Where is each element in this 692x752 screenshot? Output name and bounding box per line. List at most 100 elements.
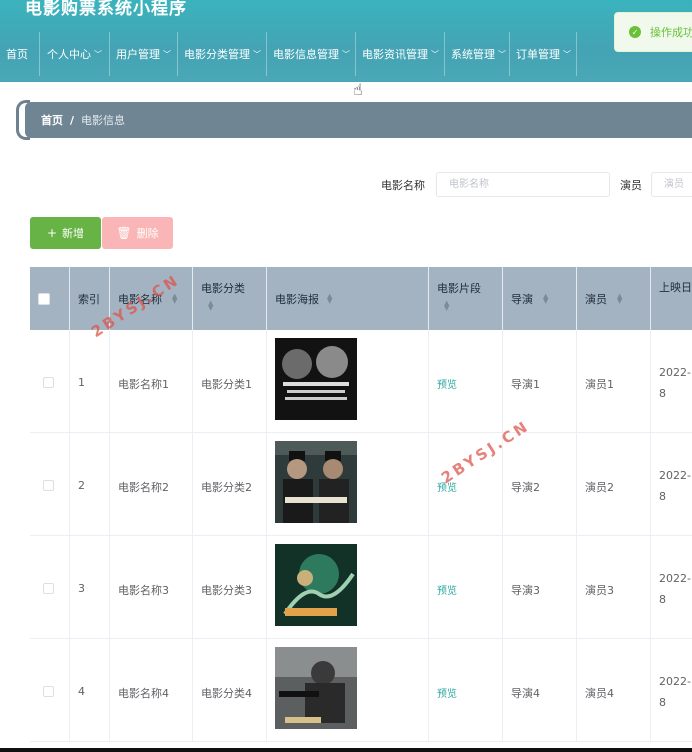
poster-3-icon[interactable] — [275, 544, 357, 626]
plus-icon: + — [46, 226, 58, 240]
row-movie-name: 电影名称3 — [118, 584, 169, 597]
cell-movie-name: 电影名称3 — [110, 536, 193, 639]
breadcrumb-home[interactable]: 首页 — [41, 112, 63, 128]
cell-release-date: 2022- 8 — [651, 536, 692, 639]
row-checkbox[interactable] — [43, 583, 54, 594]
delete-button[interactable]: 🗑 删除 — [102, 217, 173, 249]
sort-icon[interactable]: ▲ ▼ — [172, 293, 177, 305]
hand-cursor-icon: ☝ — [353, 80, 363, 99]
sort-icon[interactable]: ▲ ▼ — [327, 293, 332, 305]
cell-release-date: 2022- 8 — [651, 330, 692, 433]
cell-director: 导演1 — [503, 330, 577, 433]
top-bar: 电影购票系统小程序 首页 个人中心 ﹀ 用户管理 ﹀ 电影分类管理 ﹀ 电影信息… — [0, 0, 692, 82]
chevron-down-icon: ﹀ — [342, 49, 350, 59]
row-checkbox[interactable] — [43, 686, 54, 697]
row-date-line2: 8 — [659, 387, 666, 400]
nav-news-management[interactable]: 电影资讯管理 ﹀ — [356, 32, 445, 76]
cell-category: 电影分类2 — [193, 433, 267, 536]
row-checkbox[interactable] — [43, 377, 54, 388]
header-actor[interactable]: 演员 ▲ ▼ — [577, 267, 651, 330]
preview-link[interactable]: 预览 — [437, 685, 457, 700]
row-director: 导演2 — [511, 481, 540, 494]
header-clip[interactable]: 电影片段 ▲ ▼ — [429, 267, 503, 330]
nav-home-label: 首页 — [6, 48, 28, 61]
row-actor: 演员2 — [585, 481, 614, 494]
row-date-line2: 8 — [659, 696, 666, 709]
nav-system-management[interactable]: 系统管理 ﹀ — [445, 32, 510, 76]
cell-movie-name: 电影名称2 — [110, 433, 193, 536]
header-clip-label: 电影片段 — [437, 282, 481, 295]
cell-index: 1 — [70, 330, 110, 433]
header-director-label: 导演 — [511, 293, 533, 306]
main-nav: 首页 个人中心 ﹀ 用户管理 ﹀ 电影分类管理 ﹀ 电影信息管理 ﹀ 电影资讯管… — [0, 32, 577, 76]
cell-index: 3 — [70, 536, 110, 639]
row-date-line2: 8 — [659, 490, 666, 503]
add-button-label: 新增 — [62, 227, 85, 240]
nav-movie-info-management[interactable]: 电影信息管理 ﹀ — [267, 32, 356, 76]
table-row[interactable]: 4 电影名称4 电影分类4 预览 导演4 演员4 2022- 8 — [30, 639, 692, 742]
nav-order-management[interactable]: 订单管理 ﹀ — [510, 32, 577, 76]
sort-icon[interactable]: ▲ ▼ — [617, 293, 622, 305]
success-toast: ✓ 操作成功 — [614, 12, 692, 52]
nav-order-management-label: 订单管理 — [516, 48, 560, 61]
delete-button-label: 删除 — [136, 227, 159, 240]
chevron-down-icon: ﹀ — [94, 49, 102, 59]
cell-category: 电影分类4 — [193, 639, 267, 742]
header-director[interactable]: 导演 ▲ ▼ — [503, 267, 577, 330]
header-category[interactable]: 电影分类 ▲ ▼ — [193, 267, 267, 330]
nav-home[interactable]: 首页 — [0, 32, 40, 76]
movie-name-label: 电影名称 — [381, 179, 425, 192]
cell-category: 电影分类1 — [193, 330, 267, 433]
add-button[interactable]: + 新增 — [30, 217, 101, 249]
row-director: 导演1 — [511, 378, 540, 391]
row-category: 电影分类3 — [201, 584, 252, 597]
sort-icon[interactable]: ▲ ▼ — [543, 293, 548, 305]
row-index: 1 — [78, 376, 85, 389]
movie-name-input[interactable] — [436, 172, 610, 197]
chevron-down-icon: ﹀ — [563, 49, 571, 59]
row-date-line1: 2022- — [659, 572, 691, 585]
cell-actor: 演员1 — [577, 330, 651, 433]
nav-category-management[interactable]: 电影分类管理 ﹀ — [178, 32, 267, 76]
cell-movie-name: 电影名称4 — [110, 639, 193, 742]
sort-icon[interactable]: ▲ ▼ — [208, 300, 213, 312]
actor-input[interactable] — [651, 172, 692, 197]
nav-user-management[interactable]: 用户管理 ﹀ — [110, 32, 178, 76]
cell-select — [30, 433, 70, 536]
cell-poster — [267, 536, 429, 639]
sort-icon[interactable]: ▲ ▼ — [444, 300, 449, 312]
preview-link[interactable]: 预览 — [437, 376, 457, 391]
toast-text: 操作成功 — [650, 26, 692, 39]
breadcrumb: 首页 / 电影信息 — [25, 102, 692, 138]
table-row[interactable]: 3 电影名称3 电影分类3 预览 导演3 演员3 2022- 8 — [30, 536, 692, 639]
nav-personal-center[interactable]: 个人中心 ﹀ — [40, 32, 110, 76]
row-director: 导演4 — [511, 687, 540, 700]
trash-icon: 🗑 — [116, 226, 132, 240]
header-poster[interactable]: 电影海报 ▲ ▼ — [267, 267, 429, 330]
cell-actor: 演员4 — [577, 639, 651, 742]
preview-link[interactable]: 预览 — [437, 582, 457, 597]
row-checkbox[interactable] — [43, 480, 54, 491]
cell-poster — [267, 330, 429, 433]
poster-1-icon[interactable] — [275, 338, 357, 420]
row-actor: 演员3 — [585, 584, 614, 597]
cell-release-date: 2022- 8 — [651, 433, 692, 536]
nav-news-management-label: 电影资讯管理 — [362, 48, 428, 61]
cell-director: 导演4 — [503, 639, 577, 742]
poster-4-icon[interactable] — [275, 647, 357, 729]
actor-label: 演员 — [620, 179, 642, 192]
header-category-label: 电影分类 — [201, 282, 245, 295]
table-row[interactable]: 2 电影名称2 电影分类2 预览 导演2 演员2 2022- 8 — [30, 433, 692, 536]
header-select-all — [30, 267, 70, 330]
nav-user-management-label: 用户管理 — [116, 48, 160, 61]
select-all-checkbox[interactable] — [38, 293, 50, 305]
row-date-line1: 2022- — [659, 469, 691, 482]
poster-2-icon[interactable] — [275, 441, 357, 523]
table-row[interactable]: 1 电影名称1 电影分类1 预览 导演1 演员1 2022- 8 — [30, 330, 692, 433]
breadcrumb-separator: / — [70, 113, 75, 127]
header-release-date[interactable]: 上映日 — [651, 267, 692, 330]
page-root: 电影购票系统小程序 首页 个人中心 ﹀ 用户管理 ﹀ 电影分类管理 ﹀ 电影信息… — [0, 0, 692, 752]
nav-personal-center-label: 个人中心 — [47, 48, 91, 61]
check-circle-icon: ✓ — [629, 26, 641, 38]
row-date-line2: 8 — [659, 593, 666, 606]
